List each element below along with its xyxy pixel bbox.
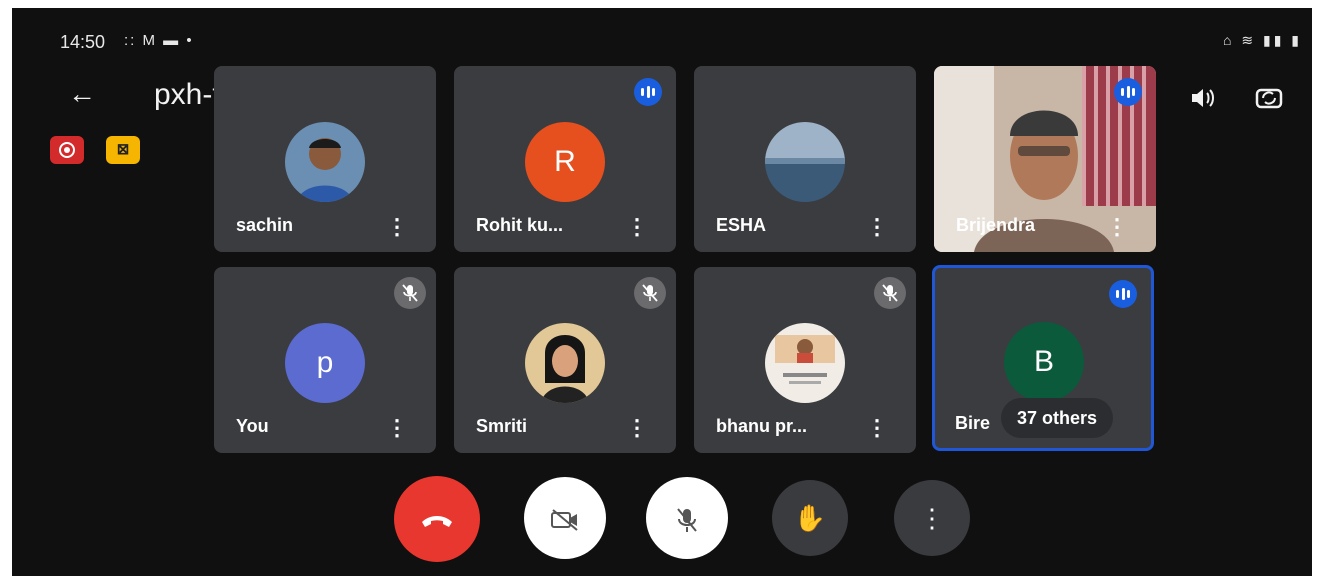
participant-name: You [236,416,269,436]
mic-off-icon [874,277,906,309]
raise-hand-button[interactable]: ✋ [772,480,848,556]
participant-name: Bire [955,413,991,433]
participant-name: Smriti [476,416,528,436]
more-options-icon[interactable]: ⋮ [866,417,888,439]
avatar [765,122,845,202]
mic-off-icon [394,277,426,309]
end-call-button[interactable] [394,476,480,562]
microphone-toggle-button[interactable] [646,477,728,559]
participant-name: ESHA [716,215,767,235]
meet-screen: 14:50 :: M ▬ • ⌂ ≋ ▮▮ ▮ ← pxh-tgof-uva ▸… [12,8,1312,576]
others-count-pill[interactable]: 37 others [1001,398,1114,438]
participant-video-tile[interactable]: Brijendra ⋮ [934,66,1156,252]
more-options-icon[interactable]: ⋮ [626,417,648,439]
avatar: p [285,323,365,403]
status-system-icons: ⌂ ≋ ▮▮ ▮ [1223,32,1302,48]
switch-camera-icon[interactable] [1254,84,1284,118]
camera-toggle-button[interactable] [524,477,606,559]
recording-icon [50,136,84,164]
participant-tile[interactable]: ESHA ⋮ [694,66,916,252]
speaking-indicator-icon [634,78,662,106]
participant-tile[interactable]: R Rohit ku... ⋮ [454,66,676,252]
participant-name: bhanu pr... [716,416,808,436]
avatar [765,323,845,403]
more-options-button[interactable]: ⋮ [894,480,970,556]
more-options-icon[interactable]: ⋮ [386,216,408,238]
participant-name: Rohit ku... [476,215,563,235]
status-time: 14:50 [60,32,106,52]
more-options-icon[interactable]: ⋮ [626,216,648,238]
more-options-icon[interactable]: ⋮ [866,216,888,238]
participant-tile[interactable]: sachin ⋮ [214,66,436,252]
participant-tile[interactable]: bhanu pr... ⋮ [694,267,916,453]
avatar [285,122,365,202]
avatar: R [525,122,605,202]
participant-tile[interactable]: Smriti ⋮ [454,267,676,453]
captions-off-icon: ⊠ [106,136,140,164]
participant-tile-others[interactable]: B Bire 37 others [932,265,1154,451]
participant-name: Brijendra [956,215,1036,235]
avatar: B [1004,322,1084,402]
mic-off-icon [634,277,666,309]
more-options-icon[interactable]: ⋮ [386,417,408,439]
participant-tile-self[interactable]: p You ⋮ [214,267,436,453]
back-arrow-icon[interactable]: ← [68,80,96,108]
status-notification-icons: :: M ▬ • [124,32,194,49]
speaker-icon[interactable] [1188,84,1216,118]
more-options-icon[interactable]: ⋮ [1106,216,1128,238]
participant-name: sachin [236,215,294,235]
speaking-indicator-icon [1114,78,1142,106]
speaking-indicator-icon [1109,280,1137,308]
avatar [525,323,605,403]
